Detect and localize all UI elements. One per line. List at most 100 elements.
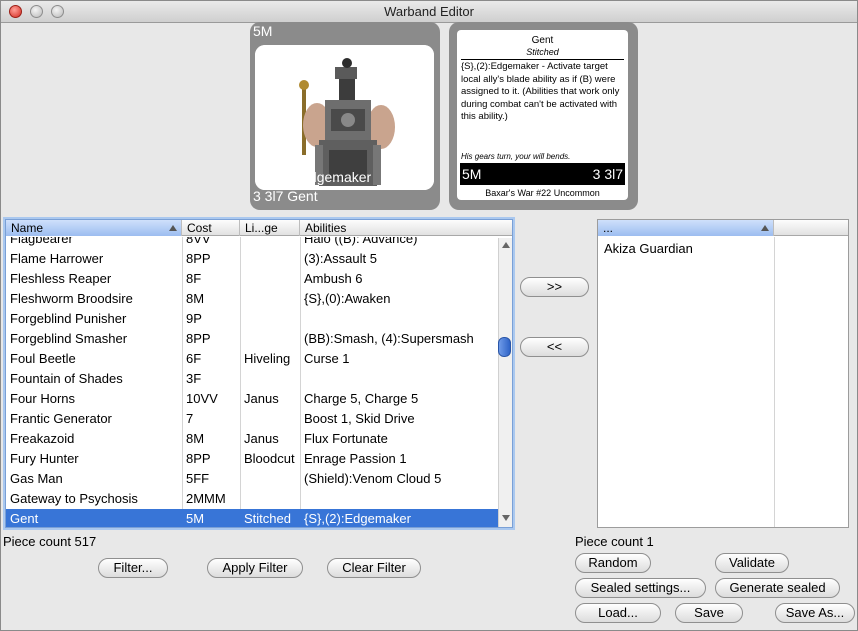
cell-liege [240,369,300,389]
table-row[interactable]: Akiza Guardian [598,239,848,259]
sort-ascending-icon [761,225,769,231]
table-row[interactable]: Gent 5M Stitched {S},(2):Edgemaker [6,509,498,527]
cell-cost: 2MMM [186,491,226,506]
cell-abilities: Boost 1, Skid Drive [304,411,415,426]
card-set-info: Baxar's War #22 Uncommon [485,188,600,198]
random-button[interactable]: Random [575,553,651,573]
cell-liege: Bloodcut [244,451,295,466]
cell-abilities: {S},(0):Awaken [304,291,391,306]
cell-name: Gent [10,511,39,526]
cell-liege [240,249,300,269]
filter-button[interactable]: Filter... [98,558,168,578]
cell-name: Forgeblind Punisher [10,311,127,326]
card-detail-cost: 5M [462,166,482,182]
cell-name: Frantic Generator [10,411,112,426]
column-header-name-label: Name [11,221,44,235]
card-detail-stats: 3 3l7 [592,166,623,182]
table-row[interactable]: Forgeblind Punisher 9P [6,309,498,329]
warband-editor-window: Warband Editor 5M {S},(2):Edgemaker 3 3l… [0,0,858,631]
cell-abilities: Ambush 6 [304,271,363,286]
table-row[interactable]: Frantic Generator 7 Boost 1, Skid Drive [6,409,498,429]
column-header-abilities[interactable]: Abilities [300,220,512,236]
card-flavor-text: His gears turn, your will bends. [461,152,571,161]
cell-liege: Hiveling [244,351,291,366]
table-row[interactable]: Flagbearer 8VV Halo ((B): Advance) [6,237,498,249]
column-header-liege[interactable]: Li...ge [240,220,300,236]
table-row[interactable]: Four Horns 10VV Janus Charge 5, Charge 5 [6,389,498,409]
card-detail: Gent Stitched {S},(2):Edgemaker - Activa… [449,22,638,210]
cell-cost: 9P [186,311,202,326]
cell-name: Foul Beetle [10,351,76,366]
table-row[interactable]: Fleshworm Broodsire 8M {S},(0):Awaken [6,289,498,309]
scroll-down-icon[interactable] [502,515,510,521]
cell-name: Four Horns [10,391,76,406]
table-row[interactable]: Freakazoid 8M Janus Flux Fortunate [6,429,498,449]
remove-from-warband-button[interactable]: << [520,337,589,357]
add-to-warband-button[interactable]: >> [520,277,589,297]
table-row[interactable]: Gateway to Psychosis 2MMM [6,489,498,509]
cell-liege [240,329,300,349]
cell-abilities [300,309,498,329]
cell-liege [240,409,300,429]
warband-table[interactable]: ... Akiza Guardian [597,219,849,528]
cell-abilities: Flux Fortunate [304,431,388,446]
pieces-scroll-thumb[interactable] [498,337,511,357]
warband-table-header: ... [598,220,848,236]
cell-abilities: Enrage Passion 1 [304,451,407,466]
title-bar: Warband Editor [1,1,857,23]
warband-table-body: Akiza Guardian [598,237,848,527]
cell-cost: 8PP [186,331,211,346]
cell-name: Forgeblind Smasher [10,331,128,346]
column-header-warband[interactable]: ... [598,220,774,236]
cell-abilities: Charge 5, Charge 5 [304,391,419,406]
cell-cost: 8F [186,271,202,286]
pieces-table[interactable]: Name Cost Li...ge Abilities Flagbearer 8V… [5,219,513,528]
column-header-empty[interactable] [774,220,848,236]
card-liege: Stitched [526,47,559,57]
validate-button[interactable]: Validate [715,553,789,573]
cell-name: Fleshless Reaper [10,271,112,286]
cell-abilities: (Shield):Venom Cloud 5 [304,471,442,486]
cell-name: Gateway to Psychosis [10,491,138,506]
table-row[interactable]: Gas Man 5FF (Shield):Venom Cloud 5 [6,469,498,489]
cell-name: Flame Harrower [10,251,104,266]
cell-liege: Janus [244,431,279,446]
pieces-table-scrollbar[interactable] [498,238,512,527]
cell-abilities [300,489,498,509]
cell-liege: Stitched [244,511,291,526]
card-divider [461,59,624,60]
table-row[interactable]: Forgeblind Smasher 8PP (BB):Smash, (4):Sup… [6,329,498,349]
column-header-name[interactable]: Name [6,220,182,236]
cell-name: Fury Hunter [10,451,79,466]
card-cost: 5M [253,23,273,39]
save-button[interactable]: Save [675,603,743,623]
table-row[interactable]: Foul Beetle 6F Hiveling Curse 1 [6,349,498,369]
sealed-settings-button[interactable]: Sealed settings... [575,578,706,598]
table-row[interactable]: Fury Hunter 8PP Bloodcut Enrage Passion 1 [6,449,498,469]
cell-liege [240,469,300,489]
cell-cost: 6F [186,351,202,366]
pieces-table-header: Name Cost Li...ge Abilities [6,220,512,236]
cell-liege [240,489,300,509]
cell-liege [240,309,300,329]
table-row[interactable]: Fountain of Shades 3F [6,369,498,389]
sort-ascending-icon [169,225,177,231]
column-header-cost[interactable]: Cost [182,220,240,236]
cell-name: Fountain of Shades [10,371,123,386]
generate-sealed-button[interactable]: Generate sealed [715,578,840,598]
cell-abilities: Halo ((B): Advance) [304,237,418,246]
clear-filter-button[interactable]: Clear Filter [327,558,421,578]
save-as-button[interactable]: Save As... [775,603,855,623]
card-stats-name: 3 3l7 Gent [253,188,318,204]
apply-filter-button[interactable]: Apply Filter [207,558,303,578]
table-row[interactable]: Flame Harrower 8PP (3):Assault 5 [6,249,498,269]
scroll-up-icon[interactable] [502,242,510,248]
cell-cost: 5M [186,511,205,526]
cell-liege [240,237,300,249]
card-ability: {S},(2):Edgemaker [256,169,372,185]
load-button[interactable]: Load... [575,603,661,623]
cell-cost: 7 [186,411,194,426]
table-row[interactable]: Fleshless Reaper 8F Ambush 6 [6,269,498,289]
cell-cost: 5FF [186,471,210,486]
cell-cost: 3F [186,371,202,386]
